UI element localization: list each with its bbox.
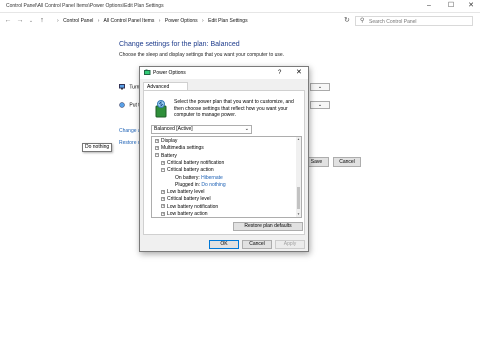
restore-defaults-link[interactable]: Restore d bbox=[119, 140, 141, 146]
tree-item-label: On battery: bbox=[175, 174, 200, 181]
expand-icon[interactable]: + bbox=[155, 145, 159, 150]
dialog-title-bar: Power Options ? ✕ bbox=[140, 67, 308, 79]
crumb-control-panel[interactable]: Control Panel bbox=[63, 18, 93, 24]
cancel-button[interactable]: Cancel bbox=[333, 157, 361, 167]
put-to-sleep-row: Put t bbox=[119, 102, 140, 108]
tree-item-label: Display bbox=[161, 138, 178, 144]
tree-item-label: Plugged in: bbox=[175, 181, 201, 188]
dialog-title: Power Options bbox=[153, 70, 186, 76]
dialog-close-button[interactable]: ✕ bbox=[296, 68, 302, 78]
scroll-down-icon[interactable]: ▼ bbox=[296, 212, 301, 217]
change-advanced-settings-link[interactable]: Change a bbox=[119, 128, 141, 134]
page-subtitle: Choose the sleep and display settings th… bbox=[119, 52, 285, 58]
search-icon: ⚲ bbox=[360, 18, 365, 24]
search-input[interactable] bbox=[369, 17, 469, 26]
battery-plan-icon bbox=[155, 100, 167, 118]
value-tooltip: Do nothing bbox=[82, 143, 113, 152]
tree-item-value[interactable]: Hibernate bbox=[201, 175, 223, 181]
apply-button[interactable]: Apply bbox=[275, 240, 305, 249]
expand-icon[interactable]: + bbox=[161, 189, 165, 194]
back-icon[interactable]: ← bbox=[4, 16, 12, 26]
tree-item-label: Multimedia settings bbox=[161, 145, 204, 152]
sleep-timeout-dropdown[interactable]: ⌄ bbox=[310, 101, 330, 109]
plan-select-value: Balanced [Active] bbox=[154, 126, 193, 132]
tree-item-label: Critical battery level bbox=[167, 196, 211, 203]
restore-plan-defaults-button[interactable]: Restore plan defaults bbox=[233, 222, 303, 231]
display-timeout-dropdown[interactable]: ⌄ bbox=[310, 83, 330, 91]
help-button[interactable]: ? bbox=[278, 68, 281, 78]
crumb-power-options[interactable]: Power Options bbox=[165, 18, 198, 24]
tree-item-label: Low battery notification bbox=[167, 203, 219, 210]
minimize-button[interactable]: – bbox=[424, 1, 434, 11]
tree-item[interactable]: + Low battery level bbox=[161, 189, 205, 196]
tree-item[interactable]: + Critical battery level bbox=[161, 196, 211, 203]
chevron-right-icon: › bbox=[202, 18, 204, 24]
ok-button[interactable]: OK bbox=[209, 240, 239, 249]
power-options-dialog: Power Options ? ✕ Advanced settings Sele… bbox=[139, 66, 309, 252]
tree-item-label: Battery bbox=[161, 152, 177, 159]
tree-item[interactable]: − Battery bbox=[155, 153, 177, 160]
tree-item[interactable]: − Critical battery action bbox=[161, 167, 214, 174]
collapse-icon[interactable]: − bbox=[161, 167, 165, 172]
tree-item[interactable]: + Low battery action bbox=[161, 211, 208, 217]
page-title: Change settings for the plan: Balanced bbox=[119, 41, 240, 48]
collapse-icon[interactable]: − bbox=[155, 153, 159, 158]
tree-item-value[interactable]: Do nothing bbox=[201, 182, 225, 188]
address-bar: ← → ⌄ ↑ › Control Panel › All Control Pa… bbox=[0, 13, 480, 29]
power-options-icon bbox=[144, 69, 151, 75]
scroll-up-icon[interactable]: ▲ bbox=[296, 137, 301, 142]
tree-item[interactable]: Plugged in: Do nothing bbox=[167, 182, 226, 189]
crumb-all-items[interactable]: All Control Panel Items bbox=[104, 18, 155, 24]
crumb-edit-plan[interactable]: Edit Plan Settings bbox=[208, 18, 247, 24]
chevron-right-icon: › bbox=[57, 18, 59, 24]
maximize-button[interactable]: ☐ bbox=[446, 1, 456, 11]
chevron-right-icon: › bbox=[97, 18, 100, 24]
tree-item[interactable]: + Low battery notification bbox=[161, 204, 218, 211]
tree-item[interactable]: + Critical battery notification bbox=[161, 160, 224, 167]
window-title: Control Panel\All Control Panel Items\Po… bbox=[6, 3, 164, 9]
tree-scrollbar[interactable]: ▲ ▼ bbox=[296, 137, 301, 217]
scroll-thumb[interactable] bbox=[297, 187, 300, 209]
expand-icon[interactable]: + bbox=[161, 204, 165, 209]
dialog-description: Select the power plan that you want to c… bbox=[174, 99, 294, 118]
chevron-down-icon: ⌄ bbox=[244, 126, 249, 132]
tree-item[interactable]: + Display bbox=[155, 138, 177, 145]
tree-item-label: Low battery level bbox=[167, 189, 205, 196]
up-icon[interactable]: ↑ bbox=[38, 16, 46, 26]
forward-icon[interactable]: → bbox=[16, 16, 24, 26]
sleep-icon bbox=[119, 102, 125, 108]
expand-icon[interactable]: + bbox=[161, 211, 165, 216]
tree-item-label: Critical battery action bbox=[167, 167, 214, 174]
turn-off-display-label: Turn bbox=[129, 84, 140, 91]
advanced-settings-panel: Select the power plan that you want to c… bbox=[143, 90, 305, 235]
window-title-bar: Control Panel\All Control Panel Items\Po… bbox=[0, 0, 480, 13]
expand-icon[interactable]: + bbox=[155, 138, 159, 143]
tree-item[interactable]: On battery: Hibernate bbox=[167, 175, 223, 182]
plan-select[interactable]: Balanced [Active] ⌄ bbox=[151, 125, 252, 134]
dialog-cancel-button[interactable]: Cancel bbox=[242, 240, 272, 249]
expand-icon[interactable]: + bbox=[161, 197, 165, 202]
turn-off-display-row: Turn bbox=[119, 84, 139, 90]
tree-item-label: Critical battery notification bbox=[167, 159, 225, 166]
monitor-icon bbox=[119, 84, 125, 90]
recent-locations-icon[interactable]: ⌄ bbox=[27, 16, 35, 26]
search-box[interactable]: ⚲ bbox=[355, 16, 473, 26]
tree-item-label: Low battery action bbox=[167, 211, 208, 217]
expand-icon[interactable]: + bbox=[161, 160, 165, 165]
breadcrumb: › Control Panel › All Control Panel Item… bbox=[57, 16, 251, 26]
settings-tree[interactable]: + Display + Multimedia settings − Battery + Cri… bbox=[151, 136, 302, 218]
refresh-icon[interactable]: ↻ bbox=[344, 16, 350, 26]
chevron-right-icon: › bbox=[158, 18, 161, 24]
close-button[interactable]: ✕ bbox=[466, 1, 476, 11]
tree-item[interactable]: + Multimedia settings bbox=[155, 145, 204, 152]
